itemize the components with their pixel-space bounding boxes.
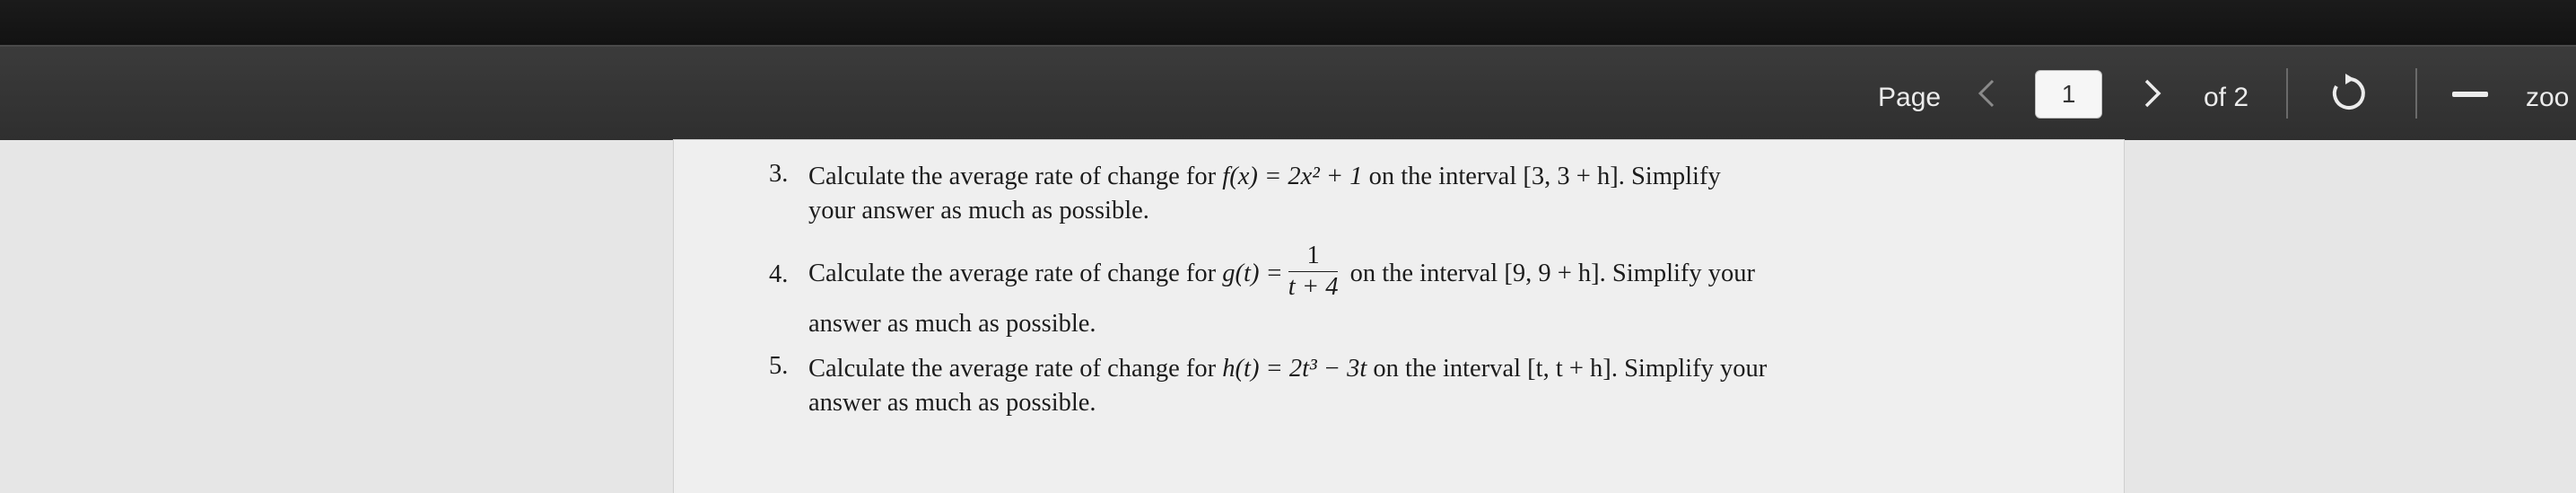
toolbar-divider xyxy=(2286,68,2288,119)
previous-page-button[interactable] xyxy=(1969,75,2005,111)
rotate-button[interactable] xyxy=(2327,72,2371,115)
question-text: Calculate the average rate of change for xyxy=(808,163,1223,190)
rotate-icon xyxy=(2332,74,2365,110)
top-bezel xyxy=(0,0,2576,45)
toolbar-divider xyxy=(2415,68,2417,119)
page-label: Page xyxy=(1878,83,1942,112)
interval-expression: [3, 3 + h] xyxy=(1523,163,1619,190)
question-text: Calculate the average rate of change for xyxy=(808,260,1223,287)
interval-expression: [9, 9 + h] xyxy=(1504,260,1600,287)
question-number: 4. xyxy=(769,260,789,288)
question-line-2: answer as much as possible. xyxy=(808,389,1096,417)
question-text: on the interval xyxy=(1343,260,1505,287)
pdf-page: 3. Calculate the average rate of change … xyxy=(674,140,2124,493)
page-count-label: of 2 xyxy=(2204,83,2249,112)
question-number: 3. xyxy=(769,160,789,188)
next-page-button[interactable] xyxy=(2134,75,2170,111)
zoom-label: zoo xyxy=(2526,83,2570,112)
zoom-out-button[interactable] xyxy=(2452,92,2488,97)
question-5: 5. Calculate the average rate of change … xyxy=(769,352,1930,420)
chevron-left-icon xyxy=(1978,79,1995,108)
question-text: on the interval xyxy=(1367,355,1528,383)
question-text: . Simplify your xyxy=(1599,260,1756,287)
chevron-right-icon xyxy=(2144,79,2161,108)
question-line-2: your answer as much as possible. xyxy=(808,197,1149,224)
fraction-denominator: t + 4 xyxy=(1288,272,1339,301)
question-line-2: answer as much as possible. xyxy=(808,310,1096,338)
question-3: 3. Calculate the average rate of change … xyxy=(769,160,1930,228)
question-line: Calculate the average rate of change for… xyxy=(808,160,1930,194)
function-expression: g(t) = xyxy=(1222,260,1283,287)
question-line: Calculate the average rate of change for… xyxy=(808,352,1930,386)
page-number-input[interactable] xyxy=(2035,70,2102,119)
question-number: 5. xyxy=(769,352,789,380)
question-text: . Simplify xyxy=(1618,163,1721,190)
function-expression: f(x) = 2x² + 1 xyxy=(1222,163,1363,190)
fraction: 1t + 4 xyxy=(1288,241,1339,303)
function-expression: h(t) = 2t³ − 3t xyxy=(1222,355,1367,383)
fraction-numerator: 1 xyxy=(1288,241,1339,272)
question-line: Calculate the average rate of change for… xyxy=(808,241,1930,307)
question-text: Calculate the average rate of change for xyxy=(808,355,1223,383)
question-text: on the interval xyxy=(1362,163,1524,190)
pdf-toolbar: Page of 2 zoo xyxy=(0,45,2576,140)
interval-expression: [t, t + h] xyxy=(1527,355,1611,383)
question-text: . Simplify your xyxy=(1611,355,1768,383)
question-4: 4. Calculate the average rate of change … xyxy=(769,241,1930,341)
